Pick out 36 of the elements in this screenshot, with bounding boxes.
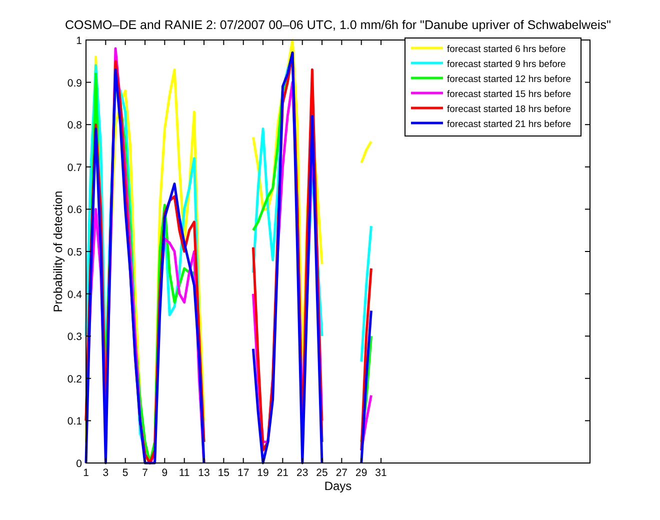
tick-label: 25 bbox=[316, 467, 328, 479]
tick-label: 21 bbox=[276, 467, 289, 479]
tick-label: 11 bbox=[178, 467, 190, 479]
tick-label: 0.1 bbox=[67, 416, 82, 428]
tick-label: 15 bbox=[218, 467, 230, 479]
tick-label: 0.3 bbox=[67, 331, 82, 344]
tick-label: 0 bbox=[76, 458, 82, 470]
tick-label: 31 bbox=[375, 467, 387, 479]
tick-label: 7 bbox=[142, 467, 148, 479]
tick-label: 0.2 bbox=[67, 373, 82, 386]
tick-label: 27 bbox=[336, 467, 348, 479]
tick-label: 9 bbox=[162, 467, 168, 479]
legend-label: forecast started 15 hrs before bbox=[447, 89, 572, 100]
tick-label: 3 bbox=[102, 467, 109, 479]
tick-label: 17 bbox=[238, 467, 250, 479]
tick-label: 29 bbox=[356, 467, 368, 479]
tick-label: 13 bbox=[198, 467, 210, 479]
legend-label: forecast started 9 hrs before bbox=[447, 59, 566, 70]
tick-label: 0.6 bbox=[67, 204, 82, 216]
axis-label: Probability of detection bbox=[51, 190, 65, 312]
legend-label: forecast started 18 hrs before bbox=[447, 104, 572, 115]
tick-label: 23 bbox=[296, 467, 308, 479]
tick-label: 1 bbox=[83, 467, 89, 479]
tick-label: 0.4 bbox=[67, 288, 82, 301]
legend-label: forecast started 21 hrs before bbox=[447, 119, 572, 130]
legend-label: forecast started 6 hrs before bbox=[447, 44, 566, 55]
legend-label: forecast started 12 hrs before bbox=[447, 74, 572, 85]
tick-label: 19 bbox=[257, 467, 269, 479]
tick-label: 0.8 bbox=[67, 120, 82, 132]
axis-label: Days bbox=[324, 479, 352, 493]
tick-label: 1 bbox=[76, 35, 82, 47]
tick-label: 0.7 bbox=[67, 162, 82, 174]
chart-title: COSMO–DE and RANIE 2: 07/2007 00–06 UTC, 1.0 mm/6h for "Danube upriver of Schwabelweis" bbox=[65, 18, 611, 32]
tick-label: 0.9 bbox=[67, 77, 82, 90]
tick-label: 0.5 bbox=[67, 246, 82, 258]
tick-label: 5 bbox=[122, 467, 128, 479]
